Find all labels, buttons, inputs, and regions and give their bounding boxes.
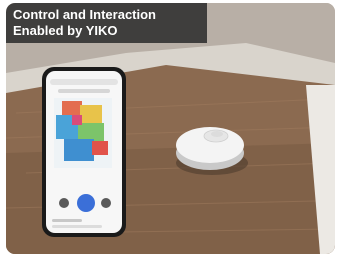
product-image-frame: Control and Interaction Enabled by YIKO <box>6 3 335 254</box>
caption-line-1: Control and Interaction <box>13 7 156 22</box>
caption-line-2: Enabled by YIKO <box>13 23 118 38</box>
scene: Control and Interaction Enabled by YIKO <box>0 0 337 257</box>
map-display <box>54 98 112 168</box>
phone-image <box>42 67 126 237</box>
caption-banner: Control and Interaction Enabled by YIKO <box>6 3 207 43</box>
start-button-icon <box>77 194 95 212</box>
robot-vacuum-image <box>176 127 248 175</box>
